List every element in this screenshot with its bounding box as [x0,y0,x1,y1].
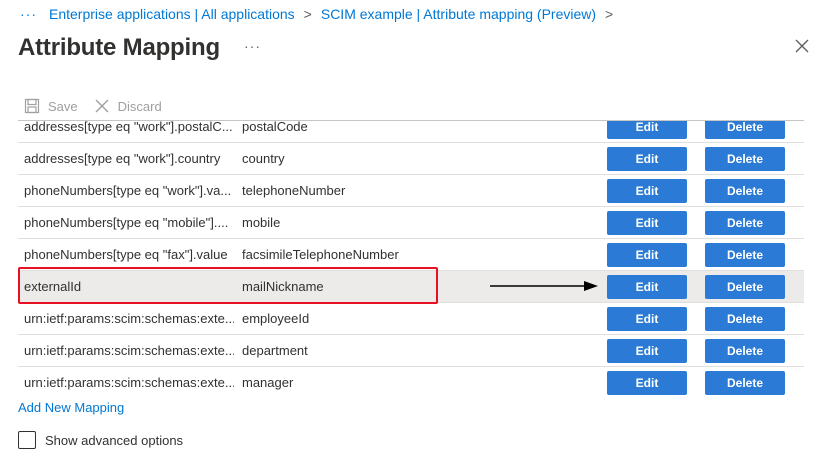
breadcrumb-separator: > [605,6,614,22]
add-new-mapping-link[interactable]: Add New Mapping [18,400,124,415]
save-label: Save [48,98,78,114]
discard-label: Discard [117,98,162,114]
annotation-highlight-box [18,267,438,304]
discard-icon [95,99,109,113]
delete-button[interactable]: Delete [705,339,785,363]
table-row[interactable]: phoneNumbers[type eq "work"].va... telep… [18,175,804,207]
edit-button[interactable]: Edit [607,121,687,139]
delete-button[interactable]: Delete [705,275,785,299]
table-row[interactable]: phoneNumbers[type eq "mobile"].... mobil… [18,207,804,239]
delete-button[interactable]: Delete [705,121,785,139]
edit-button[interactable]: Edit [607,243,687,267]
attribute-mapping-table[interactable]: addresses[type eq "work"].postalC... pos… [18,120,804,398]
source-attribute: addresses[type eq "work"].country [24,151,221,166]
edit-button[interactable]: Edit [607,147,687,171]
source-attribute: urn:ietf:params:scim:schemas:exte... [24,311,234,326]
breadcrumb-ellipsis[interactable]: ··· [20,6,37,22]
target-attribute: telephoneNumber [242,183,346,198]
close-icon [795,39,809,53]
delete-button[interactable]: Delete [705,307,785,331]
advanced-options-checkbox[interactable] [18,431,36,449]
target-attribute: facsimileTelephoneNumber [242,247,399,262]
delete-button[interactable]: Delete [705,179,785,203]
show-advanced-options[interactable]: Show advanced options [18,431,183,449]
target-attribute: department [242,343,308,358]
source-attribute: urn:ietf:params:scim:schemas:exte... [24,343,234,358]
source-attribute: phoneNumbers[type eq "fax"].value [24,247,228,262]
more-options-button[interactable]: ··· [244,38,261,54]
edit-button[interactable]: Edit [607,371,687,395]
source-attribute: urn:ietf:params:scim:schemas:exte... [24,375,234,390]
save-button[interactable]: Save [24,98,78,114]
annotation-arrow-icon [490,281,598,291]
breadcrumb: ··· Enterprise applications | All applic… [20,4,622,24]
mapping-rows: addresses[type eq "work"].postalC... pos… [18,120,804,398]
command-bar: Save Discard [24,96,178,116]
table-row[interactable]: addresses[type eq "work"].postalC... pos… [18,120,804,143]
delete-button[interactable]: Delete [705,371,785,395]
table-row[interactable]: urn:ietf:params:scim:schemas:exte... dep… [18,335,804,367]
source-attribute: addresses[type eq "work"].postalC... [24,120,233,134]
table-row[interactable]: urn:ietf:params:scim:schemas:exte... emp… [18,303,804,335]
target-attribute: country [242,151,285,166]
edit-button[interactable]: Edit [607,179,687,203]
page-title: Attribute Mapping [18,34,220,61]
close-button[interactable] [792,36,812,56]
source-attribute: phoneNumbers[type eq "work"].va... [24,183,232,198]
breadcrumb-enterprise-applications[interactable]: Enterprise applications | All applicatio… [49,6,295,22]
edit-button[interactable]: Edit [607,275,687,299]
target-attribute: employeeId [242,311,310,326]
table-row[interactable]: urn:ietf:params:scim:schemas:exte... man… [18,367,804,398]
target-attribute: manager [242,375,294,390]
delete-button[interactable]: Delete [705,147,785,171]
discard-button[interactable]: Discard [94,98,162,114]
target-attribute: postalCode [242,120,308,134]
breadcrumb-separator: > [303,6,312,22]
save-icon [24,98,40,114]
advanced-options-label: Show advanced options [45,432,184,448]
source-attribute: phoneNumbers[type eq "mobile"].... [24,215,229,230]
target-attribute: mobile [242,215,281,230]
delete-button[interactable]: Delete [705,243,785,267]
edit-button[interactable]: Edit [607,307,687,331]
breadcrumb-scim-example[interactable]: SCIM example | Attribute mapping (Previe… [321,6,596,22]
table-row[interactable]: addresses[type eq "work"].country countr… [18,143,804,175]
edit-button[interactable]: Edit [607,211,687,235]
edit-button[interactable]: Edit [607,339,687,363]
delete-button[interactable]: Delete [705,211,785,235]
